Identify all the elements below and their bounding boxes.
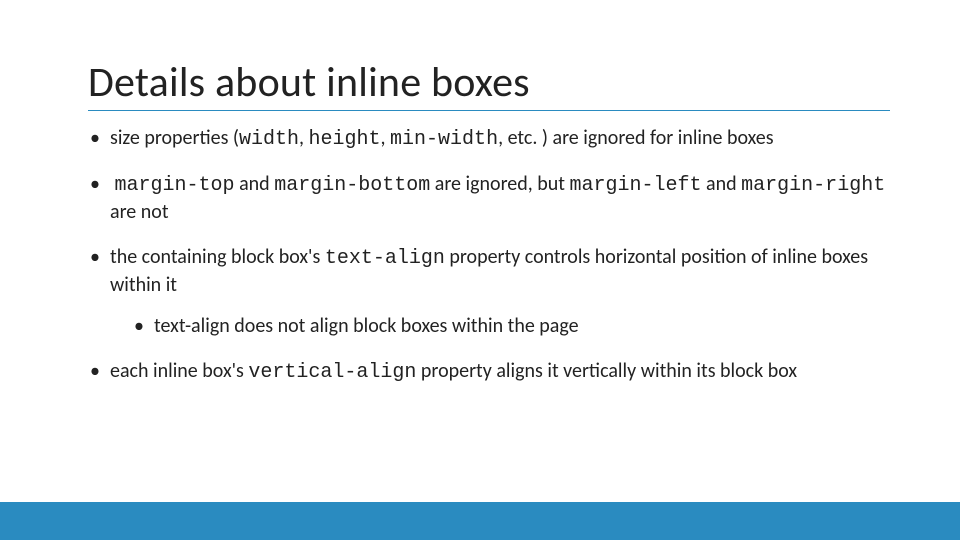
code-min-width: min-width <box>390 128 498 151</box>
code-margin-top: margin-top <box>115 174 235 197</box>
footer-bar <box>0 502 960 540</box>
code-margin-left: margin-left <box>570 174 702 197</box>
bullet-item-1: size properties (width, height, min-widt… <box>88 125 890 153</box>
text: and <box>235 172 275 196</box>
code-text-align: text-align <box>325 247 445 270</box>
sub-bullet-list: text-align does not align block boxes wi… <box>110 313 890 340</box>
text: , etc. ) are ignored for inline boxes <box>498 126 774 150</box>
code-width: width <box>239 128 299 151</box>
text: text-align does not align block boxes wi… <box>154 314 579 338</box>
text: size properties ( <box>110 126 239 150</box>
text: are ignored, but <box>430 172 569 196</box>
code-margin-right: margin-right <box>741 174 885 197</box>
bullet-item-2: margin-top and margin-bottom are ignored… <box>88 171 890 226</box>
code-margin-bottom: margin-bottom <box>274 174 430 197</box>
text: each inline box's <box>110 359 248 383</box>
sub-bullet-item: text-align does not align block boxes wi… <box>132 313 890 340</box>
text: , <box>299 126 309 150</box>
bullet-item-3: the containing block box's text-align pr… <box>88 244 890 340</box>
text: property aligns it vertically within its… <box>416 359 797 383</box>
bullet-list: size properties (width, height, min-widt… <box>88 125 890 386</box>
code-vertical-align: vertical-align <box>248 361 416 384</box>
text: and <box>702 172 742 196</box>
slide-title: Details about inline boxes <box>88 60 890 111</box>
code-height: height <box>309 128 381 151</box>
slide: Details about inline boxes size properti… <box>0 0 960 540</box>
bullet-item-4: each inline box's vertical-align propert… <box>88 358 890 386</box>
slide-content: Details about inline boxes size properti… <box>88 60 890 404</box>
text: , <box>381 126 391 150</box>
text: the containing block box's <box>110 245 325 269</box>
text: are not <box>110 200 169 224</box>
